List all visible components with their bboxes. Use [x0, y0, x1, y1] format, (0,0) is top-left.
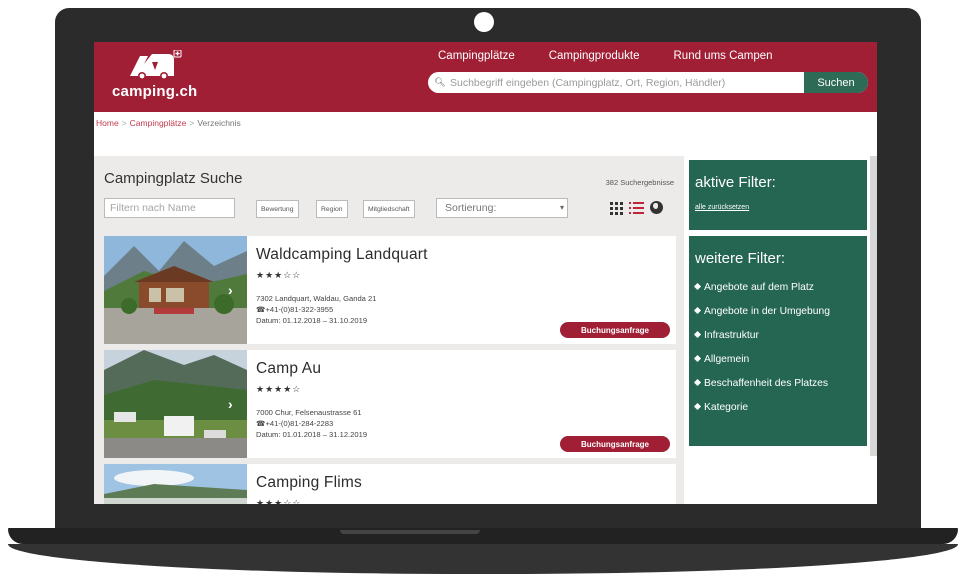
active-filters-panel: aktive Filter: alle zurücksetzen — [689, 160, 867, 230]
grid-view-icon[interactable] — [610, 201, 623, 215]
search-icon: 🔍︎ — [434, 77, 446, 87]
campsite-name[interactable]: Waldcamping Landquart — [256, 246, 428, 264]
rating-stars: ★★★☆☆ — [256, 270, 302, 280]
view-switcher — [610, 201, 663, 215]
filter-item[interactable]: Kategorie — [693, 402, 830, 413]
site-logo[interactable]: camping.ch — [112, 50, 212, 102]
filter-item-label: Angebote auf dem Platz — [704, 282, 814, 293]
breadcrumb: Home > Campingplätze > Verzeichnis — [96, 118, 241, 128]
result-card[interactable]: › Waldcamping Landquart ★★★☆☆ 7302 Landq… — [104, 236, 676, 344]
search-button[interactable]: Suchen — [804, 72, 868, 93]
campsite-phone: ☎+41-(0)81-284-2283 — [256, 419, 334, 428]
more-filters-panel: weitere Filter: Angebote auf dem Platz A… — [689, 236, 867, 446]
filter-item-label: Angebote in der Umgebung — [704, 306, 830, 317]
filter-region-button[interactable]: Region — [316, 200, 348, 218]
filter-list: Angebote auf dem Platz Angebote in der U… — [693, 282, 830, 426]
sort-select[interactable]: Sortierung: ▾ — [436, 198, 568, 218]
rating-stars: ★★★☆☆ — [256, 498, 302, 504]
campsite-photo[interactable] — [104, 464, 247, 504]
campsite-address: 7302 Landquart, Waldau, Ganda 21 — [256, 294, 377, 303]
breadcrumb-current: Verzeichnis — [197, 118, 241, 128]
reset-filters-link[interactable]: alle zurücksetzen — [695, 204, 749, 211]
search-panel: Campingplatz Suche 382 Suchergebnisse Be… — [94, 156, 684, 504]
filter-item-label: Infrastruktur — [704, 330, 759, 341]
filter-item[interactable]: Beschaffenheit des Platzes — [693, 378, 830, 389]
laptop-notch — [340, 530, 480, 534]
result-count: 382 Suchergebnisse — [605, 178, 674, 187]
diamond-bullet-icon — [693, 306, 702, 315]
diamond-bullet-icon — [693, 402, 702, 411]
filter-rating-button[interactable]: Bewertung — [256, 200, 299, 218]
camera-dot — [474, 12, 494, 32]
breadcrumb-separator: > — [189, 118, 195, 128]
campsite-dates: Datum: 01.12.2018 – 31.10.2019 — [256, 316, 368, 325]
globe-map-view-icon[interactable] — [650, 201, 663, 214]
campsite-photo[interactable] — [104, 350, 247, 458]
campsite-photo[interactable] — [104, 236, 247, 344]
chevron-right-icon[interactable]: › — [228, 282, 233, 298]
laptop-base — [8, 528, 958, 544]
breadcrumb-home[interactable]: Home — [96, 118, 119, 128]
camper-logo-icon — [130, 50, 182, 80]
sort-label: Sortierung: — [445, 202, 497, 214]
diamond-bullet-icon — [693, 354, 702, 363]
campsite-name[interactable]: Camp Au — [256, 360, 321, 378]
booking-request-button[interactable]: Buchungsanfrage — [560, 436, 670, 452]
diamond-bullet-icon — [693, 378, 702, 387]
list-view-icon[interactable] — [629, 201, 644, 214]
more-filters-title: weitere Filter: — [695, 250, 786, 267]
filter-item[interactable]: Angebote in der Umgebung — [693, 306, 830, 317]
filter-item[interactable]: Infrastruktur — [693, 330, 830, 341]
nav-rund-ums-campen[interactable]: Rund ums Campen — [674, 50, 773, 62]
laptop-mockup: camping.ch Campingplätze Campingprodukte… — [0, 0, 965, 575]
browser-screen: camping.ch Campingplätze Campingprodukte… — [94, 42, 877, 504]
laptop-base-shadow — [8, 544, 958, 574]
main-nav: Campingplätze Campingprodukte Rund ums C… — [438, 50, 807, 62]
site-header: camping.ch Campingplätze Campingprodukte… — [94, 42, 877, 112]
rating-stars: ★★★★☆ — [256, 384, 302, 394]
active-filters-title: aktive Filter: — [695, 174, 776, 191]
search-bar: 🔍︎ Suchen — [428, 72, 868, 93]
filter-item-label: Beschaffenheit des Platzes — [704, 378, 829, 389]
campsite-dates: Datum: 01.01.2018 – 31.12.2019 — [256, 430, 368, 439]
campsite-address: 7000 Chur, Felsenaustrasse 61 — [256, 408, 362, 417]
booking-request-button[interactable]: Buchungsanfrage — [560, 322, 670, 338]
filter-item-label: Kategorie — [704, 402, 749, 413]
result-card[interactable]: › Camp Au ★★★★☆ 7000 Chur, Felsenaustras… — [104, 350, 676, 458]
campsite-phone: ☎+41-(0)81-322-3955 — [256, 305, 334, 314]
filter-item[interactable]: Angebote auf dem Platz — [693, 282, 830, 293]
filter-name-input[interactable] — [104, 198, 235, 218]
chevron-right-icon[interactable]: › — [228, 396, 233, 412]
page-title: Campingplatz Suche — [104, 170, 243, 187]
campsite-name[interactable]: Camping Flims — [256, 474, 362, 492]
filter-item[interactable]: Allgemein — [693, 354, 830, 365]
search-input[interactable] — [448, 72, 804, 93]
filter-item-label: Allgemein — [704, 354, 750, 365]
breadcrumb-campingplaetze[interactable]: Campingplätze — [130, 118, 187, 128]
breadcrumb-separator: > — [121, 118, 127, 128]
diamond-bullet-icon — [693, 330, 702, 339]
diamond-bullet-icon — [693, 282, 702, 291]
logo-wordmark: camping.ch — [112, 83, 198, 100]
nav-campingprodukte[interactable]: Campingprodukte — [549, 50, 640, 62]
page-edge — [870, 156, 877, 456]
filter-membership-button[interactable]: Mitgliedschaft — [363, 200, 415, 218]
chevron-down-icon: ▾ — [559, 203, 564, 212]
nav-campingplaetze[interactable]: Campingplätze — [438, 50, 515, 62]
result-card[interactable]: Camping Flims ★★★☆☆ — [104, 464, 676, 504]
